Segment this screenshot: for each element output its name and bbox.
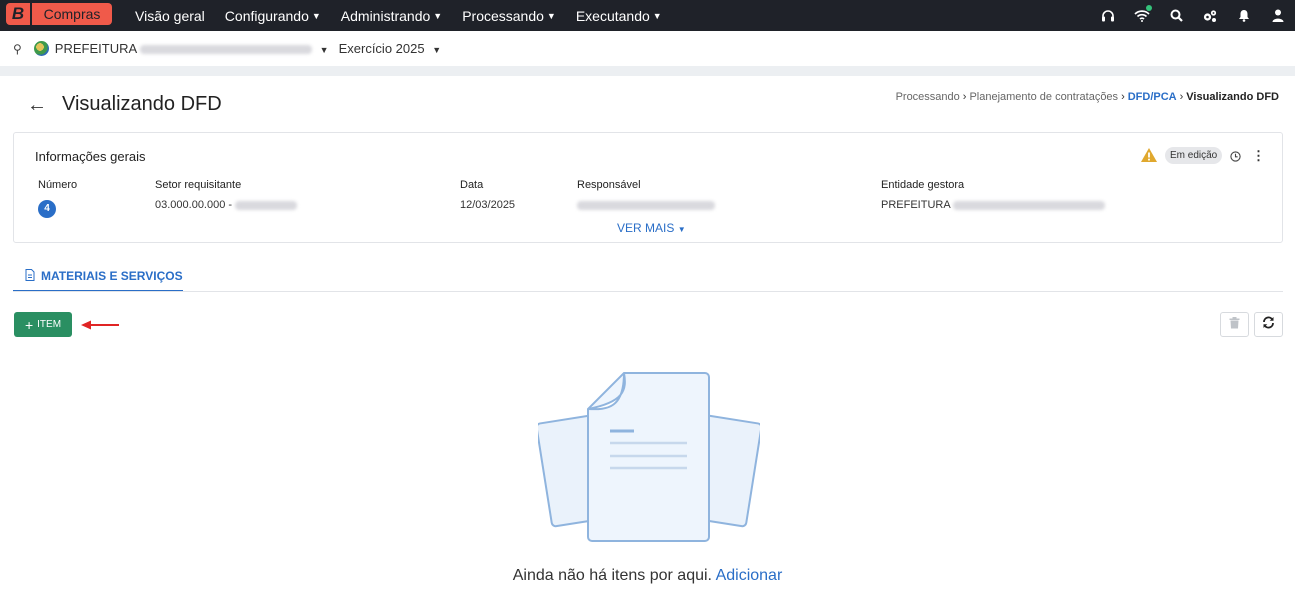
breadcrumb: Processando › Planejamento de contratações… [896,91,1279,103]
delete-button[interactable] [1220,312,1249,337]
user-icon[interactable] [1261,0,1295,31]
responsavel-value [577,199,715,211]
add-link[interactable]: Adicionar [716,567,783,584]
chevron-right-icon: › [1121,91,1125,103]
entity-name: PREFEITURA [54,41,137,56]
ver-mais-label: VER MAIS [617,221,675,235]
exercise-label: Exercício 2025 [338,41,425,56]
main-menu: Visão geral Configurando ▼ Administrando ▼… [125,0,672,31]
plus-icon: + [24,316,34,333]
warning-icon [1140,147,1158,168]
ver-mais-link[interactable]: VER MAIS ▼ [617,221,686,235]
brand-logo[interactable]: B [6,3,30,25]
settings-icon[interactable] [1193,0,1227,31]
menu-label: Executando [575,7,650,24]
chevron-down-icon: ▼ [677,225,686,234]
chevron-down-icon: ▼ [546,10,556,21]
redacted-text [235,200,298,210]
empty-state-message: Ainda não há itens por aqui. Adicionar [0,567,1295,585]
breadcrumb-item[interactable]: Processando [896,91,960,103]
refresh-button[interactable] [1254,312,1283,337]
add-item-button[interactable]: + ITEM [14,312,72,337]
bell-icon[interactable] [1227,0,1261,31]
online-indicator [1146,5,1152,11]
add-item-label: ITEM [37,319,62,330]
red-arrow-annotation-icon [80,318,120,336]
trash-icon [1229,316,1240,334]
wifi-icon[interactable] [1125,0,1159,31]
tab-label: MATERIAIS E SERVIÇOS [41,269,183,283]
pin-icon[interactable]: ⚲ [13,42,22,56]
breadcrumb-item[interactable]: DFD/PCA [1128,91,1177,103]
menu-visao-geral[interactable]: Visão geral [135,8,205,24]
setor-label: Setor requisitante [155,179,242,191]
exercise-selector[interactable]: Exercício 2025 ▼ [339,41,442,56]
nav-icons [1091,0,1295,31]
refresh-icon [1262,316,1275,334]
clock-icon[interactable] [1230,149,1241,167]
tab-divider [13,291,1283,292]
card-title: Informações gerais [35,149,146,164]
entidade-label: Entidade gestora [881,179,965,191]
redacted-text [953,200,1106,210]
menu-processando[interactable]: Processando ▼ [462,8,556,24]
search-icon[interactable] [1159,0,1193,31]
headset-icon[interactable] [1091,0,1125,31]
chevron-down-icon: ▼ [319,45,329,55]
entity-emblem-icon [33,41,49,56]
top-navbar: B Compras Visão geral Configurando ▼ Admi… [0,0,1295,31]
data-value: 12/03/2025 [460,199,516,211]
entidade-name: PREFEITURA [881,199,951,211]
menu-label: Configurando [224,7,309,24]
chevron-down-icon: ▼ [652,10,662,21]
menu-administrando[interactable]: Administrando ▼ [341,8,442,24]
setor-code: 03.000.00.000 - [155,199,233,211]
redacted-text [577,200,715,210]
chevron-right-icon: › [1179,91,1184,103]
general-info-card: Informações gerais Em edição ⋮ Número 4 … [13,132,1283,243]
chevron-down-icon: ▼ [311,10,321,21]
chevron-down-icon: ▼ [433,10,443,21]
empty-state-text: Ainda não há itens por aqui. [512,567,712,584]
menu-label: Administrando [340,7,431,24]
page-title: Visualizando DFD [62,93,222,115]
entity-selector[interactable]: PREFEITURA ▼ [55,41,329,56]
breadcrumb-item[interactable]: Planejamento de contratações [969,91,1118,103]
status-badge: Em edição [1165,147,1223,164]
app-name[interactable]: Compras [32,3,112,25]
setor-value: 03.000.00.000 - [155,199,298,211]
back-arrow-icon[interactable]: ← [27,94,47,117]
chevron-right-icon: › [962,91,967,103]
chevron-down-icon: ▼ [432,45,442,55]
divider [0,66,1295,76]
responsavel-label: Responsável [577,179,641,191]
entidade-value: PREFEITURA [881,199,1106,211]
redacted-text [140,45,313,55]
tab-materiais-servicos[interactable]: MATERIAIS E SERVIÇOS [13,262,183,292]
context-bar: ⚲ PREFEITURA ▼ Exercício 2025 ▼ [0,31,1295,66]
document-icon [25,268,35,284]
numero-badge: 4 [38,200,56,218]
numero-label: Número [38,179,78,191]
menu-executando[interactable]: Executando ▼ [576,8,662,24]
menu-label: Processando [462,7,544,24]
breadcrumb-current: Visualizando DFD [1186,91,1279,103]
data-label: Data [460,179,484,191]
more-options-icon[interactable]: ⋮ [1252,148,1265,164]
empty-documents-illustration [535,370,763,550]
menu-configurando[interactable]: Configurando ▼ [225,8,321,24]
menu-label: Visão geral [135,7,205,24]
